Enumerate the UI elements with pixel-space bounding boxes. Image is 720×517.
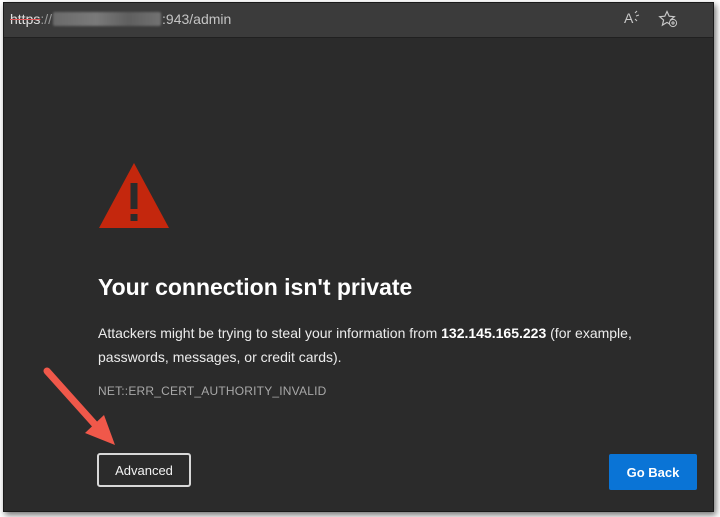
url-separator: :// (40, 11, 53, 27)
read-aloud-icon[interactable]: A (621, 10, 643, 30)
address-bar[interactable]: https:// :943/admin A (4, 3, 713, 38)
message-prefix: Attackers might be trying to steal your … (98, 325, 442, 341)
browser-window: https:// :943/admin A Your connection isn… (3, 2, 714, 512)
redacted-host (53, 12, 162, 26)
annotation-arrow-icon (43, 367, 115, 445)
svg-text:A: A (624, 10, 634, 26)
error-code: NET::ERR_CERT_AUTHORITY_INVALID (98, 384, 327, 398)
url-scheme: https (10, 11, 41, 27)
advanced-button[interactable]: Advanced (97, 453, 191, 487)
favorite-star-icon[interactable] (657, 10, 679, 30)
host-address: 132.145.165.223 (441, 325, 547, 341)
go-back-button[interactable]: Go Back (609, 454, 697, 490)
url-text[interactable]: https:// :943/admin (10, 11, 231, 27)
page-title: Your connection isn't private (98, 274, 413, 300)
warning-triangle-icon (99, 163, 169, 228)
url-path: :943/admin (162, 11, 232, 27)
warning-message: Attackers might be trying to steal your … (98, 321, 678, 369)
